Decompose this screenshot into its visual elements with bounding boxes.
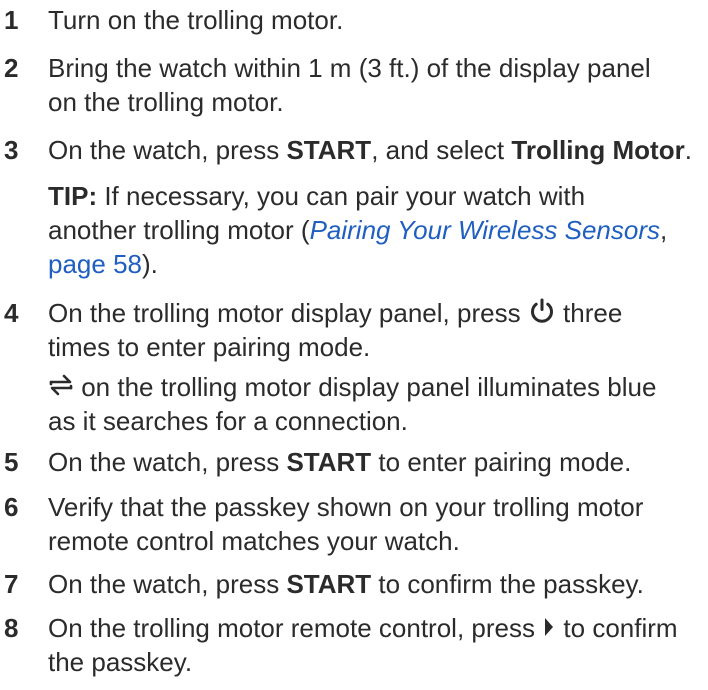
step-number: 4 xyxy=(4,298,19,328)
text-segment: three xyxy=(555,298,623,328)
step-line: the passkey. xyxy=(48,647,193,677)
text-segment: On the watch, press xyxy=(48,447,287,477)
text-segment: On the watch, press xyxy=(48,135,287,165)
text-segment: , and select xyxy=(371,135,512,165)
text-segment: On the trolling motor display panel, pre… xyxy=(48,298,528,328)
step-text: Bring the watch within 1 m (3 ft.) of th… xyxy=(48,51,700,119)
step-text: On the watch, press START, and select Tr… xyxy=(48,133,700,167)
step-text: Turn on the trolling motor. xyxy=(48,3,700,37)
right-arrow-icon xyxy=(542,613,556,647)
text-segment: to confirm xyxy=(556,613,678,643)
text-segment: to confirm the passkey. xyxy=(371,569,644,599)
step-line: remote control matches your watch. xyxy=(48,526,460,556)
pairing-arrows-icon xyxy=(48,372,74,406)
text-segment: on the trolling motor display panel illu… xyxy=(74,372,657,402)
step-line: Turn on the trolling motor. xyxy=(48,5,344,35)
step-line: times to enter pairing mode. xyxy=(48,332,371,362)
step-number: 7 xyxy=(4,569,19,599)
step-text: On the trolling motor remote control, pr… xyxy=(48,611,700,679)
instruction-steps: 1 Turn on the trolling motor. 2 Bring th… xyxy=(0,0,708,690)
tip-line: TIP: If necessary, you can pair your wat… xyxy=(48,179,700,213)
trolling-motor-menu-label: Trolling Motor xyxy=(511,135,685,165)
step-number: 5 xyxy=(4,447,19,477)
text-segment: If necessary, you can pair your watch wi… xyxy=(97,181,586,211)
step-text: Verify that the passkey shown on your tr… xyxy=(48,490,700,558)
step-line: On the trolling motor display panel, pre… xyxy=(48,296,700,330)
step-number: 8 xyxy=(4,613,19,643)
step-line: On the trolling motor remote control, pr… xyxy=(48,611,700,645)
tip-text: TIP: If necessary, you can pair your wat… xyxy=(48,179,700,281)
step-number: 1 xyxy=(4,5,19,35)
text-segment: On the watch, press xyxy=(48,569,287,599)
step-line: Bring the watch within 1 m (3 ft.) of th… xyxy=(48,53,651,83)
step-note-line: as it searches for a connection. xyxy=(48,406,408,436)
step-text: On the trolling motor display panel, pre… xyxy=(48,296,700,438)
page-58-link[interactable]: page 58 xyxy=(48,249,142,279)
step-number: 2 xyxy=(4,53,19,83)
step-line: on the trolling motor. xyxy=(48,87,284,117)
step-number: 6 xyxy=(4,492,19,522)
text-segment: , xyxy=(660,215,668,245)
step-number: 3 xyxy=(4,135,19,165)
step-line: On the watch, press START to confirm the… xyxy=(48,567,700,601)
start-key-label: START xyxy=(286,447,372,477)
step-text: On the watch, press START to confirm the… xyxy=(48,567,700,601)
tip-label: TIP: xyxy=(48,181,98,211)
power-icon xyxy=(528,297,556,333)
start-key-label: START xyxy=(286,135,372,165)
tip-line: another trolling motor (Pairing Your Wir… xyxy=(48,213,700,247)
text-segment: ). xyxy=(141,249,158,279)
tip-line: page 58). xyxy=(48,247,700,281)
step-line: On the watch, press START, and select Tr… xyxy=(48,133,700,167)
text-segment: On the trolling motor remote control, pr… xyxy=(48,613,543,643)
step-note-line: on the trolling motor display panel illu… xyxy=(48,370,700,404)
step-line: On the watch, press START to enter pairi… xyxy=(48,445,700,479)
text-segment: to enter pairing mode. xyxy=(371,447,632,477)
text-segment: another trolling motor ( xyxy=(48,215,310,245)
start-key-label: START xyxy=(286,569,372,599)
pairing-sensors-link[interactable]: Pairing Your Wireless Sensors xyxy=(310,215,660,245)
text-segment: . xyxy=(684,135,692,165)
step-text: On the watch, press START to enter pairi… xyxy=(48,445,700,479)
step-line: Verify that the passkey shown on your tr… xyxy=(48,492,644,522)
